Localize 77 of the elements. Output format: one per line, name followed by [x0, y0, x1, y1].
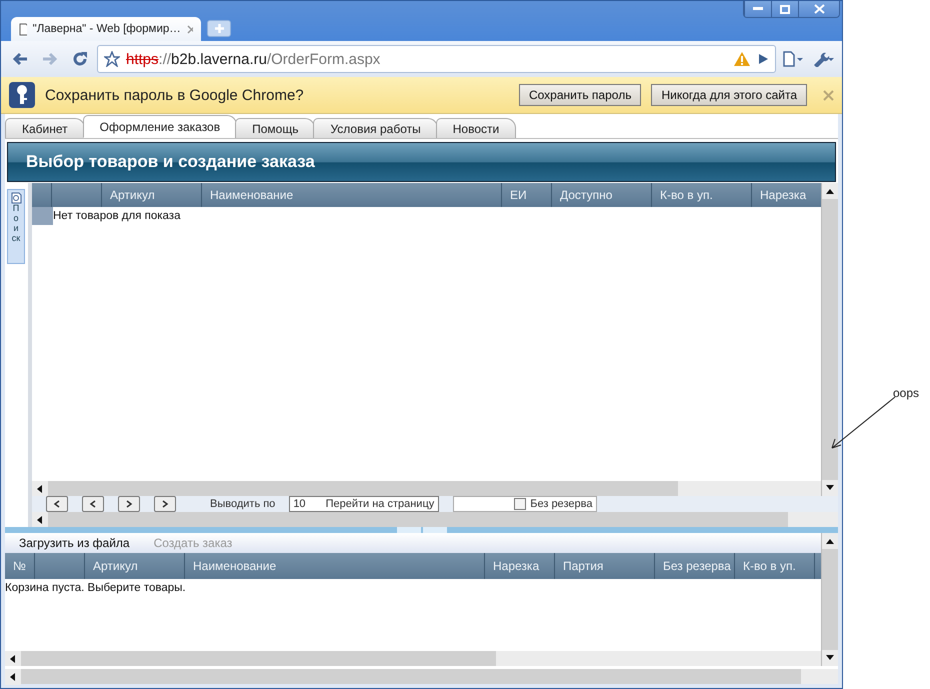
scroll-down-icon[interactable] — [826, 485, 834, 491]
wrench-icon[interactable] — [812, 51, 834, 67]
plus-icon — [214, 24, 224, 33]
close-button[interactable] — [798, 1, 839, 17]
column-header[interactable]: Наименование — [193, 559, 276, 573]
column-header[interactable]: К-во в уп. — [743, 559, 796, 573]
chevron-right-icon — [125, 500, 133, 508]
close-icon — [814, 4, 824, 14]
scroll-down-icon[interactable] — [826, 655, 834, 661]
chevron-left-icon — [53, 500, 61, 508]
maximize-button[interactable] — [771, 1, 798, 17]
infobar-button[interactable]: Никогда для этого сайта — [651, 84, 807, 106]
scroll-up-icon[interactable] — [826, 538, 834, 544]
scroll-left-icon[interactable] — [9, 655, 17, 663]
chevron-right-icon — [161, 500, 169, 508]
page-size-label: Выводить по — [210, 498, 276, 510]
play-icon[interactable] — [757, 53, 769, 65]
nav-tab[interactable]: Новости — [436, 118, 516, 138]
column-header[interactable]: Наименование — [210, 188, 294, 202]
column-header[interactable]: К-во в уп. — [660, 188, 713, 202]
close-icon[interactable] — [186, 24, 193, 34]
horizontal-scrollbar[interactable] — [32, 512, 838, 527]
column-header[interactable]: Артикул — [110, 188, 155, 202]
toolbar-button[interactable]: Загрузить из файла — [19, 536, 130, 550]
page-size-field[interactable]: 10 Перейти на страницу — [289, 496, 440, 512]
column-header[interactable]: ЕИ — [510, 188, 527, 202]
scroll-left-icon[interactable] — [36, 516, 44, 524]
column-header[interactable]: Партия — [563, 559, 604, 573]
checkbox[interactable] — [514, 498, 526, 510]
column-header[interactable]: Нарезка — [760, 188, 806, 202]
horizontal-scrollbar[interactable] — [32, 481, 821, 496]
nav-tab[interactable]: Помощь — [235, 118, 316, 138]
maximize-icon — [780, 4, 790, 14]
column-header[interactable]: Без резерва — [663, 559, 731, 573]
search-page-icon — [10, 192, 22, 204]
browser-tab[interactable]: "Лаверна" - Web [формир… — [11, 17, 201, 41]
reload-icon[interactable] — [72, 51, 88, 67]
page-icon — [19, 22, 27, 36]
column-header[interactable]: Артикул — [93, 559, 138, 573]
row-header — [32, 207, 53, 225]
annotation-text: oops — [893, 386, 920, 400]
vertical-scrollbar[interactable] — [821, 533, 838, 666]
infobar-button[interactable]: Сохранить пароль — [518, 84, 642, 106]
empty-message: Нет товаров для показа — [53, 210, 180, 222]
tab-title: "Лаверна" - Web [формир… — [32, 23, 181, 35]
scroll-up-icon[interactable] — [826, 188, 834, 194]
url-text: https://b2b.laverna.ru/OrderForm.aspx — [126, 50, 382, 68]
minimize-button[interactable] — [744, 1, 771, 17]
pager-button[interactable] — [46, 496, 68, 512]
column-header[interactable]: Доступно — [560, 188, 612, 202]
scroll-left-icon[interactable] — [36, 485, 44, 493]
scroll-left-icon[interactable] — [9, 673, 17, 681]
new-tab-button[interactable] — [207, 20, 231, 37]
page-title: Выбор товаров и создание заказа — [26, 152, 315, 172]
back-icon[interactable] — [12, 52, 28, 66]
column-header[interactable]: Нарезка — [493, 559, 540, 573]
star-icon[interactable] — [104, 51, 120, 67]
reserve-filter[interactable]: Без резерва — [453, 496, 598, 512]
chevron-left-icon — [89, 500, 97, 508]
infobar-message: Сохранить пароль в Google Chrome? — [45, 86, 305, 104]
page-menu-icon[interactable] — [782, 51, 804, 67]
column-header[interactable]: № — [13, 559, 26, 573]
goto-page-label: Перейти на страницу — [326, 498, 434, 510]
key-icon — [9, 82, 35, 108]
nav-tab[interactable]: Условия работы — [313, 118, 438, 138]
pager-button[interactable] — [82, 496, 104, 512]
horizontal-scrollbar[interactable] — [5, 669, 838, 684]
vertical-scrollbar[interactable] — [821, 183, 838, 496]
nav-tab[interactable]: Кабинет — [5, 118, 85, 138]
minimize-icon — [753, 7, 763, 11]
search-panel-tab[interactable]: Поиск — [7, 189, 25, 264]
horizontal-scrollbar[interactable] — [5, 651, 821, 666]
pager-button[interactable] — [118, 496, 140, 512]
pager-button[interactable] — [154, 496, 176, 512]
address-bar[interactable]: https://b2b.laverna.ru/OrderForm.aspx — [97, 45, 776, 73]
empty-message: Корзина пуста. Выберите товары. — [5, 582, 186, 594]
nav-tab[interactable]: Оформление заказов — [82, 115, 238, 138]
